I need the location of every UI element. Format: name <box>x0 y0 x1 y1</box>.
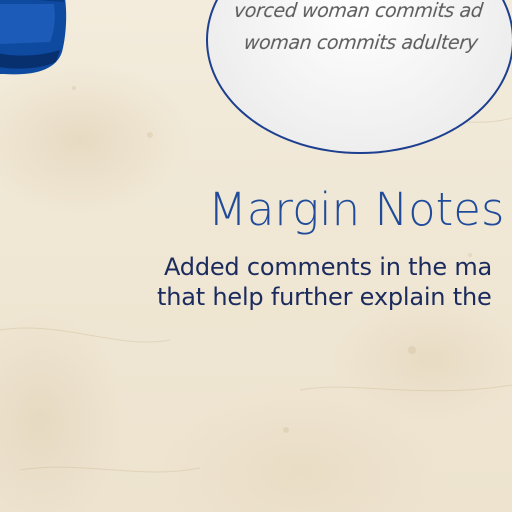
magnified-text-line: vorced woman commits ad <box>232 0 484 22</box>
description-line: Added comments in the ma <box>164 253 493 281</box>
section-title: Margin Notes <box>208 183 505 236</box>
magnified-text-line: woman commits adultery <box>242 32 479 54</box>
ink-blot-icon <box>0 0 67 75</box>
description-line: that help further explain the <box>157 283 492 311</box>
